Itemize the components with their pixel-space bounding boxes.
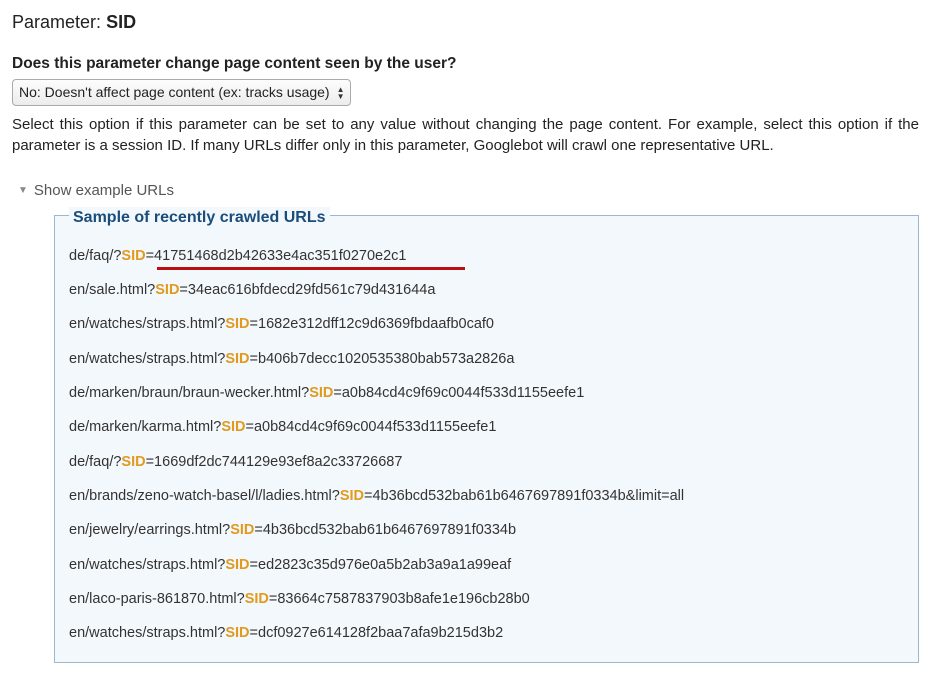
url-param-key: SID [309,385,333,401]
url-param-key: SID [121,248,145,264]
url-param-key: SID [230,522,254,538]
url-item: de/marken/braun/braun-wecker.html?SID=a0… [69,376,904,410]
url-item: de/faq/?SID=41751468d2b42633e4ac351f0270… [69,239,904,273]
url-param-key: SID [225,557,249,573]
show-example-urls-toggle[interactable]: ▼ Show example URLs [18,180,919,201]
toggle-label: Show example URLs [34,180,174,201]
url-item: en/jewelry/earrings.html?SID=4b36bcd532b… [69,513,904,547]
url-prefix: en/watches/straps.html? [69,351,225,367]
url-prefix: de/marken/karma.html? [69,419,221,435]
parameter-header: Parameter: SID [12,10,919,35]
url-item: en/sale.html?SID=34eac616bfdecd29fd561c7… [69,273,904,307]
triangle-down-icon: ▼ [18,184,28,198]
url-suffix: =4b36bcd532bab61b6467697891f0334b [254,522,516,538]
url-prefix: en/watches/straps.html? [69,625,225,641]
url-suffix: =83664c7587837903b8afe1e196cb28b0 [269,591,530,607]
select-value: No: Doesn't affect page content (ex: tra… [19,84,330,100]
url-prefix: en/laco-paris-861870.html? [69,591,245,607]
url-suffix: =34eac616bfdecd29fd561c79d431644a [179,282,435,298]
url-param-key: SID [225,351,249,367]
parameter-name: SID [106,12,136,32]
url-suffix: =dcf0927e614128f2baa7afa9b215d3b2 [250,625,504,641]
parameter-label: Parameter: [12,12,101,32]
url-prefix: de/faq/? [69,454,121,470]
url-suffix: =ed2823c35d976e0a5b2ab3a9a1a99eaf [250,557,512,573]
url-prefix: de/marken/braun/braun-wecker.html? [69,385,309,401]
url-suffix: =1669df2dc744129e93ef8a2c33726687 [146,454,403,470]
url-prefix: en/brands/zeno-watch-basel/l/ladies.html… [69,488,340,504]
url-prefix: de/faq/? [69,248,121,264]
highlight-underline [157,267,465,270]
url-item: de/faq/?SID=1669df2dc744129e93ef8a2c3372… [69,445,904,479]
content-effect-select[interactable]: No: Doesn't affect page content (ex: tra… [12,79,351,107]
url-item: en/watches/straps.html?SID=ed2823c35d976… [69,548,904,582]
url-suffix: =b406b7decc1020535380bab573a2826a [250,351,515,367]
url-param-key: SID [245,591,269,607]
sample-urls-title: Sample of recently crawled URLs [69,207,330,229]
option-description: Select this option if this parameter can… [12,114,919,156]
url-param-key: SID [121,454,145,470]
url-item: de/marken/karma.html?SID=a0b84cd4c9f69c0… [69,410,904,444]
url-item: en/laco-paris-861870.html?SID=83664c7587… [69,582,904,616]
url-param-key: SID [155,282,179,298]
select-arrows-icon: ▲▼ [337,86,345,100]
url-item: en/watches/straps.html?SID=1682e312dff12… [69,307,904,341]
url-suffix: =a0b84cd4c9f69c0044f533d1155eefe1 [245,419,496,435]
url-list: de/faq/?SID=41751468d2b42633e4ac351f0270… [69,239,904,651]
url-param-key: SID [340,488,364,504]
url-suffix: =4b36bcd532bab61b6467697891f0334b&limit=… [364,488,684,504]
url-suffix: =1682e312dff12c9d6369fbdaafb0caf0 [250,316,494,332]
sample-urls-panel: Sample of recently crawled URLs de/faq/?… [54,215,919,663]
url-item: en/brands/zeno-watch-basel/l/ladies.html… [69,479,904,513]
url-param-key: SID [225,316,249,332]
url-prefix: en/jewelry/earrings.html? [69,522,230,538]
url-param-key: SID [221,419,245,435]
url-item: en/watches/straps.html?SID=dcf0927e61412… [69,616,904,650]
url-prefix: en/watches/straps.html? [69,316,225,332]
url-item: en/watches/straps.html?SID=b406b7decc102… [69,342,904,376]
url-suffix: =41751468d2b42633e4ac351f0270e2c1 [146,248,407,264]
url-suffix: =a0b84cd4c9f69c0044f533d1155eefe1 [333,385,584,401]
url-prefix: en/sale.html? [69,282,155,298]
url-param-key: SID [225,625,249,641]
url-prefix: en/watches/straps.html? [69,557,225,573]
question-label: Does this parameter change page content … [12,53,919,75]
